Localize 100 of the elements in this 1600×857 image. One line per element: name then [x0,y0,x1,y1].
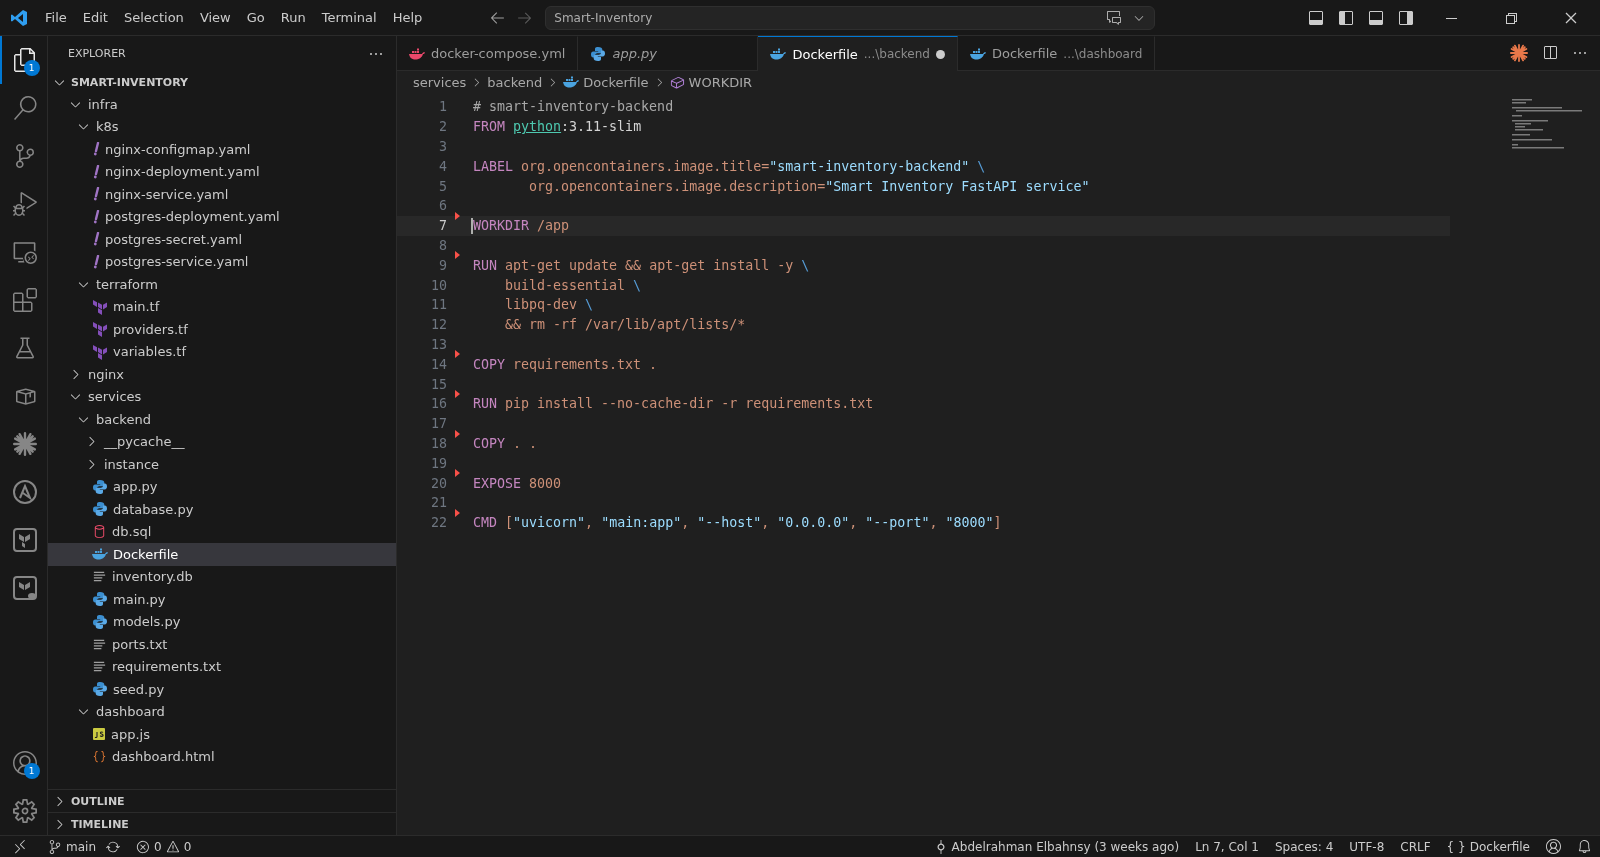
remote-icon[interactable] [12,838,28,855]
arrow-left-icon[interactable] [489,9,507,26]
whale-icon [563,76,580,88]
panel-icon[interactable] [1368,9,1384,26]
tree-item[interactable]: providers.tf [48,318,396,341]
breadcrumb-item[interactable]: WORKDIR [669,74,753,90]
asterisk-icon[interactable] [1510,44,1528,62]
tree-item[interactable]: services [48,385,396,408]
section-header[interactable]: OUTLINE [48,789,396,812]
tree-item[interactable]: database.py [48,498,396,521]
line-number: 13 [430,336,447,352]
blame-status[interactable]: Abdelrahman Elbahnsy (3 weeks ago) [925,839,1188,854]
line-number: 15 [430,376,447,392]
line-number: 12 [430,317,447,333]
extensions-icon[interactable] [12,288,37,312]
cursor-position[interactable]: Ln 7, Col 1 [1187,839,1267,854]
sync-icon [106,839,120,854]
tree-item[interactable]: instance [48,453,396,476]
exclamation-icon [92,164,100,179]
tree-item[interactable]: models.py [48,610,396,633]
indentation-status[interactable]: Spaces: 4 [1267,839,1342,854]
cube-icon [669,74,685,90]
split-editor-icon[interactable] [1542,45,1558,61]
tree-item[interactable]: app.js [48,723,396,746]
menu-item[interactable]: File [38,6,74,29]
encoding-status[interactable]: UTF-8 [1341,839,1393,854]
line-number: 10 [430,277,447,293]
run-debug-icon[interactable] [12,192,37,216]
layout-icon[interactable] [1308,9,1324,26]
code-line: FROM python:3.11-slim [473,119,642,135]
tree-item[interactable]: seed.py [48,678,396,701]
line-number: 20 [430,475,447,491]
tree-item[interactable]: k8s [48,115,396,138]
tree-item[interactable]: backend [48,408,396,431]
tree-item[interactable]: __pycache__ [48,430,396,453]
tree-item[interactable]: postgres-service.yaml [48,250,396,273]
tree-item[interactable]: Dockerfile [48,543,396,566]
code-line: build-essential \ [504,277,642,293]
minimap-drawing [1512,99,1582,149]
breadcrumb-item[interactable]: services [413,74,467,90]
tree-item[interactable]: dashboard.html [48,745,396,768]
line-number: 11 [430,297,447,313]
tree-item[interactable]: main.tf [48,295,396,318]
menu-item[interactable]: Edit [75,6,115,29]
code-line: RUN apt-get update && apt-get install -y \ [473,257,810,273]
tree-item[interactable]: ports.txt [48,633,396,656]
text-cursor [471,217,473,234]
menu-item[interactable]: View [192,6,238,29]
language-mode[interactable]: { } Dockerfile [1438,839,1538,854]
tree-item[interactable]: app.py [48,475,396,498]
menu-item[interactable]: Help [385,6,430,29]
tree-item[interactable]: terraform [48,273,396,296]
tree-item[interactable]: postgres-secret.yaml [48,228,396,251]
terraform-cloud-icon[interactable] [11,575,38,601]
letter-a-circle-icon[interactable] [11,479,38,505]
python-icon [92,613,108,630]
settings-icon[interactable] [12,799,37,823]
tree-item[interactable]: nginx-deployment.yaml [48,160,396,183]
bell-icon[interactable] [1577,839,1592,854]
tree-item[interactable]: inventory.db [48,565,396,588]
code-line: # smart-inventory-backend [473,99,674,115]
breadcrumb-item[interactable]: Dockerfile [563,74,649,90]
tree-item[interactable]: postgres-deployment.yaml [48,205,396,228]
code-line: EXPOSE 8000 [473,475,562,491]
branch-status[interactable]: main [40,839,128,854]
search-icon[interactable] [12,96,37,120]
tree-item[interactable]: nginx-configmap.yaml [48,138,396,161]
line-number: 8 [438,237,447,253]
menu-item[interactable]: Selection [116,6,191,29]
menu-item[interactable]: Go [239,6,272,29]
line-number: 17 [430,416,447,432]
whale-icon [409,47,425,60]
tree-item[interactable]: dashboard [48,700,396,723]
line-ending-status[interactable]: CRLF [1392,839,1439,854]
tree-item[interactable]: infra [48,93,396,116]
code-line: COPY requirements.txt . [473,356,658,372]
workspace-header[interactable]: SMART-INVENTORY [48,71,396,93]
command-center[interactable]: Smart-Inventory [545,5,1156,30]
line-number: 3 [438,139,447,154]
menu-item[interactable]: Terminal [314,6,384,29]
app-logo-icon [10,8,28,27]
editor-tab[interactable]: Dockerfile ...\backend [758,36,958,71]
tree-item[interactable]: variables.tf [48,340,396,363]
sidebar-right-icon[interactable] [1398,9,1414,26]
breadcrumb-item[interactable]: backend [487,74,543,90]
remote-explorer-icon[interactable] [12,240,37,264]
problems-status[interactable]: 0 0 [128,839,200,854]
whale-icon [92,548,108,561]
tree-item[interactable]: nginx-service.yaml [48,183,396,206]
tree-item[interactable]: db.sql [48,520,396,543]
asterisk-icon[interactable] [12,432,37,456]
error-icon [136,839,150,854]
terraform-icon[interactable] [11,527,38,553]
terraform-icon [92,321,108,338]
exclamation-icon [92,232,100,247]
menu-item[interactable]: Run [273,6,313,29]
sidebar-left-icon[interactable] [1338,9,1354,26]
tree-item[interactable]: nginx [48,363,396,386]
tree-item[interactable]: main.py [48,588,396,611]
tree-item[interactable]: requirements.txt [48,655,396,678]
